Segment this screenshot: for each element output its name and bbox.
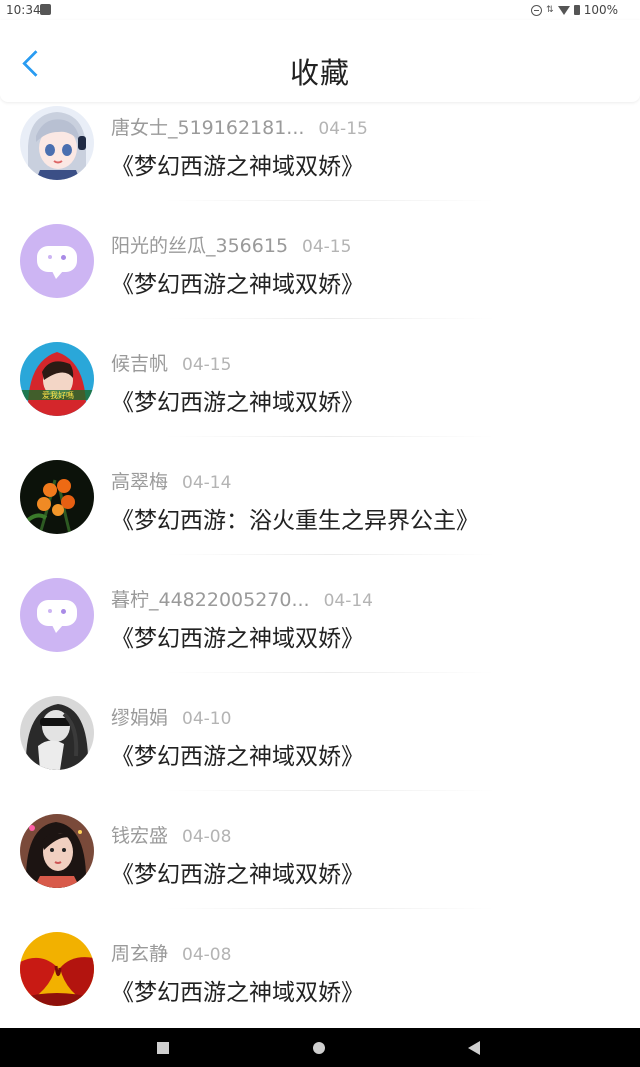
user-name: 候吉帆 [111, 353, 169, 375]
work-title: 《梦幻西游之神域双娇》 [111, 980, 364, 1006]
divider [165, 318, 495, 319]
item-date: 04-14 [323, 591, 373, 611]
work-title: 《梦幻西游之神域双娇》 [111, 390, 364, 416]
do-not-disturb-icon [531, 4, 543, 16]
item-date: 04-15 [302, 237, 352, 257]
status-time: 10:34 [6, 3, 41, 17]
list-item-meta: 高翠梅 04-14 [111, 467, 231, 494]
divider [165, 790, 495, 791]
girl-portrait-avatar [20, 814, 94, 888]
divider [165, 908, 495, 909]
item-date: 04-08 [182, 945, 232, 965]
list-item[interactable]: 高翠梅 04-14 《梦幻西游：浴火重生之异界公主》 [0, 440, 640, 558]
work-title: 《梦幻西游之神域双娇》 [111, 862, 364, 888]
battery-level: 100% [583, 3, 618, 17]
default-chat-avatar [20, 224, 94, 298]
item-date: 04-08 [182, 827, 232, 847]
system-nav-bar [0, 1028, 640, 1067]
status-icons: ⇅ 100% [531, 3, 618, 17]
wifi-icon [557, 5, 570, 15]
list-item[interactable]: 缪娟娟 04-10 《梦幻西游之神域双娇》 [0, 676, 640, 794]
favorites-list: 唐女士_519162181... 04-15 《梦幻西游之神域双娇》 阳光的丝瓜_… [0, 102, 640, 1028]
work-title: 《梦幻西游之神域双娇》 [111, 744, 364, 770]
list-item[interactable]: 爱我好嗎 候吉帆 04-15 《梦幻西游之神域双娇》 [0, 322, 640, 440]
user-name: 高翠梅 [111, 471, 169, 493]
list-item-meta: 暮柠_44822005270... 04-14 [111, 585, 373, 612]
list-item[interactable]: 周玄静 04-08 《梦幻西游之神域双娇》 [0, 912, 640, 1028]
signal-icon: ⇅ [546, 4, 554, 15]
list-item-meta: 钱宏盛 04-08 [111, 821, 231, 848]
list-item-meta: 缪娟娟 04-10 [111, 703, 231, 730]
sunglasses-girl-avatar [20, 696, 94, 770]
divider [165, 554, 495, 555]
status-bar: 10:34 ⇅ 100% [0, 0, 640, 20]
orange-flower-avatar [20, 460, 94, 534]
user-name: 周玄静 [111, 943, 169, 965]
list-item[interactable]: 钱宏盛 04-08 《梦幻西游之神域双娇》 [0, 794, 640, 912]
item-date: 04-15 [318, 119, 368, 139]
work-title: 《梦幻西游之神域双娇》 [111, 626, 364, 652]
list-item-meta: 周玄静 04-08 [111, 939, 231, 966]
chat-bubble-icon [37, 600, 77, 633]
list-item[interactable]: 唐女士_519162181... 04-15 《梦幻西游之神域双娇》 [0, 102, 640, 204]
nav-back-icon[interactable] [468, 1041, 480, 1055]
anime-girl-avatar [20, 106, 94, 180]
home-icon[interactable] [313, 1042, 325, 1054]
list-item-meta: 阳光的丝瓜_356615 04-15 [111, 231, 351, 258]
work-title: 《梦幻西游之神域双娇》 [111, 272, 364, 298]
list-item[interactable]: 阳光的丝瓜_356615 04-15 《梦幻西游之神域双娇》 [0, 204, 640, 322]
app-header: 收藏 [0, 20, 640, 102]
default-chat-avatar [20, 578, 94, 652]
notification-app-icon [40, 4, 51, 15]
list-item[interactable]: 暮柠_44822005270... 04-14 《梦幻西游之神域双娇》 [0, 558, 640, 676]
list-item-meta: 候吉帆 04-15 [111, 349, 231, 376]
work-title: 《梦幻西游之神域双娇》 [111, 154, 364, 180]
item-date: 04-10 [182, 709, 232, 729]
recents-icon[interactable] [157, 1042, 169, 1054]
item-date: 04-14 [182, 473, 232, 493]
girl-red-hoodie-avatar: 爱我好嗎 [20, 342, 94, 416]
divider [165, 200, 495, 201]
page-title: 收藏 [289, 56, 350, 90]
work-title: 《梦幻西游：浴火重生之异界公主》 [111, 508, 479, 534]
divider [165, 436, 495, 437]
user-name: 缪娟娟 [111, 707, 169, 729]
svg-text:爱我好嗎: 爱我好嗎 [42, 390, 74, 400]
user-name: 阳光的丝瓜_356615 [111, 235, 289, 257]
divider [165, 672, 495, 673]
chat-bubble-icon [37, 246, 77, 279]
red-yellow-avatar [20, 932, 94, 1006]
item-date: 04-15 [182, 355, 232, 375]
list-item-meta: 唐女士_519162181... 04-15 [111, 113, 368, 140]
user-name: 唐女士_519162181... [111, 117, 305, 139]
battery-icon [573, 5, 580, 15]
user-name: 暮柠_44822005270... [111, 589, 310, 611]
user-name: 钱宏盛 [111, 825, 169, 847]
